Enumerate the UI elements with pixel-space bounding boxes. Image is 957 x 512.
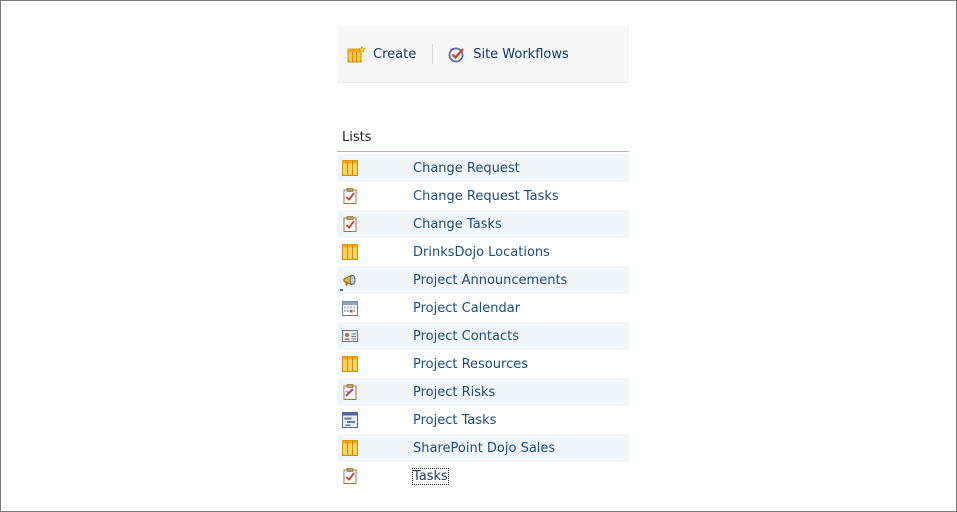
list-icon — [342, 440, 358, 456]
list-item[interactable]: Tasks — [337, 462, 629, 490]
contacts-icon — [342, 328, 358, 344]
list-item[interactable]: Change Request Tasks — [337, 182, 629, 210]
list-icon — [342, 244, 358, 260]
issues-icon — [342, 384, 358, 400]
list-item-label: Change Tasks — [413, 216, 502, 232]
list-icon — [342, 160, 358, 176]
lists-list: Change Request Change Request Tasks Chan… — [337, 154, 629, 490]
list-icon — [342, 356, 358, 372]
list-item-label: Tasks — [412, 467, 449, 485]
list-item-label: Project Risks — [413, 384, 496, 400]
project-tasks-icon — [342, 412, 358, 428]
create-icon — [347, 45, 367, 63]
lists-header: Lists — [337, 128, 629, 152]
list-item[interactable]: Change Request — [337, 154, 629, 182]
calendar-icon — [342, 300, 358, 316]
list-item-label: Change Request Tasks — [413, 188, 559, 204]
tasks-icon — [342, 188, 358, 204]
list-item[interactable]: Project Announcements — [337, 266, 629, 294]
create-label: Create — [373, 46, 417, 62]
tasks-icon — [342, 216, 358, 232]
list-item-label: SharePoint Dojo Sales — [413, 440, 556, 456]
list-item[interactable]: Project Calendar — [337, 294, 629, 322]
list-item-label: Project Resources — [413, 356, 529, 372]
list-item[interactable]: DrinksDojo Locations — [337, 238, 629, 266]
list-item-label: Project Contacts — [413, 328, 519, 344]
list-item-label: Change Request — [413, 160, 520, 176]
list-item-label: Project Announcements — [413, 272, 568, 288]
list-item[interactable]: Change Tasks — [337, 210, 629, 238]
tasks-icon — [342, 468, 358, 484]
toolbar: Create Site Workflows — [337, 26, 629, 83]
site-workflows-button[interactable]: Site Workflows — [447, 45, 569, 63]
list-item-label: Project Tasks — [413, 412, 497, 428]
site-workflows-label: Site Workflows — [473, 46, 569, 62]
announcement-icon — [342, 272, 358, 288]
list-item[interactable]: SharePoint Dojo Sales — [337, 434, 629, 462]
list-item[interactable]: Project Tasks — [337, 406, 629, 434]
list-item-label: Project Calendar — [413, 300, 521, 316]
workflow-icon — [448, 47, 465, 63]
create-button[interactable]: Create — [347, 45, 416, 63]
list-item-label: DrinksDojo Locations — [413, 244, 550, 260]
list-item[interactable]: Project Resources — [337, 350, 629, 378]
list-item[interactable]: Project Risks — [337, 378, 629, 406]
stray-mark — [340, 289, 343, 291]
list-item[interactable]: Project Contacts — [337, 322, 629, 350]
toolbar-divider — [432, 44, 434, 64]
